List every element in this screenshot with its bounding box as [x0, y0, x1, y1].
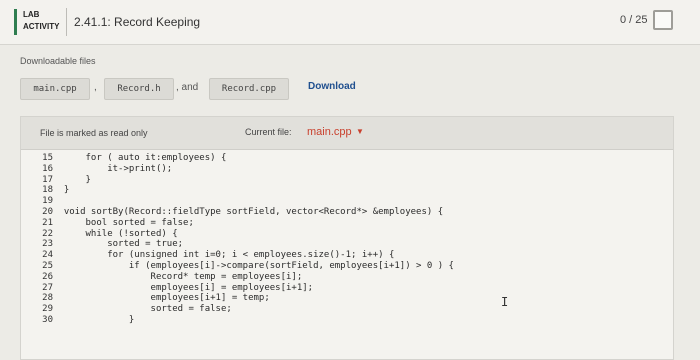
current-file-label: Current file: — [245, 127, 292, 137]
line-number: 18 — [42, 185, 53, 196]
line-code: Record* temp = employees[i]; — [63, 271, 303, 282]
code-line: 16 it->print(); — [21, 164, 673, 175]
code-line: 22 while (!sorted) { — [21, 229, 673, 240]
line-code: employees[i] = employees[i+1]; — [63, 282, 314, 293]
file-separator-comma: , — [94, 82, 97, 93]
line-code: sorted = false; — [63, 304, 232, 315]
lab-label-line1: LAB — [23, 10, 40, 19]
line-number: 22 — [42, 228, 53, 239]
title-divider — [66, 8, 67, 36]
line-number: 27 — [42, 282, 53, 293]
line-code: employees[i+1] = temp; — [63, 293, 270, 304]
code-line: 27 employees[i] = employees[i+1]; — [21, 283, 673, 294]
line-code: while (!sorted) { — [63, 228, 178, 239]
line-code: } — [63, 185, 70, 196]
line-code: sorted = true; — [63, 239, 184, 250]
line-code: } — [63, 174, 91, 185]
line-number: 29 — [42, 304, 53, 315]
code-line: 30 } — [21, 315, 673, 326]
line-code: it->print(); — [63, 163, 173, 174]
read-only-note: File is marked as read only — [40, 128, 148, 138]
lab-label-line2: ACTIVITY — [23, 22, 60, 31]
line-number: 24 — [42, 250, 53, 261]
code-line: 25 if (employees[i]->compare(sortField, … — [21, 261, 673, 272]
file-separator-and: , and — [176, 82, 199, 93]
code-viewer-toolbar: File is marked as read only Current file… — [21, 117, 673, 150]
file-chip-main-cpp[interactable]: main.cpp — [20, 78, 90, 100]
line-number: 28 — [42, 293, 53, 304]
activity-title: 2.41.1: Record Keeping — [74, 15, 201, 29]
line-code: if (employees[i]->compare(sortField, emp… — [63, 260, 454, 271]
code-viewer-panel: File is marked as read only Current file… — [20, 116, 674, 360]
code-line: 26 Record* temp = employees[i]; — [21, 272, 673, 283]
completion-box-icon — [653, 10, 673, 30]
downloadable-files-label: Downloadable files — [20, 56, 96, 66]
code-line: 20 void sortBy(Record::fieldType sortFie… — [21, 207, 673, 218]
line-number: 19 — [42, 196, 53, 207]
text-cursor-icon: I — [501, 295, 509, 309]
score-text: 0 / 25 — [620, 14, 648, 26]
line-code: for (unsigned int i=0; i < employees.siz… — [63, 250, 395, 261]
file-chip-record-h[interactable]: Record.h — [104, 78, 174, 100]
code-area[interactable]: 15 for ( auto it:employees) {16 it->prin… — [21, 153, 673, 359]
line-code: bool sorted = false; — [63, 217, 194, 228]
line-code: } — [63, 314, 135, 325]
line-number: 17 — [42, 174, 53, 185]
line-number: 20 — [42, 206, 53, 217]
code-line: 18 } — [21, 185, 673, 196]
code-line: 28 employees[i+1] = temp; — [21, 293, 673, 304]
file-chip-record-cpp[interactable]: Record.cpp — [209, 78, 289, 100]
current-file-select[interactable]: main.cpp — [307, 126, 352, 138]
line-number: 23 — [42, 239, 53, 250]
code-line: 29 sorted = false; — [21, 304, 673, 315]
line-number: 16 — [42, 163, 53, 174]
line-number: 25 — [42, 260, 53, 271]
code-line: 21 bool sorted = false; — [21, 218, 673, 229]
line-number: 30 — [42, 314, 53, 325]
code-line: 24 for (unsigned int i=0; i < employees.… — [21, 250, 673, 261]
chevron-down-icon[interactable]: ▼ — [356, 127, 364, 136]
code-line: 17 } — [21, 175, 673, 186]
line-code: for ( auto it:employees) { — [63, 153, 227, 163]
code-line: 15 for ( auto it:employees) { — [21, 153, 673, 164]
activity-header: LAB ACTIVITY 2.41.1: Record Keeping 0 / … — [0, 0, 700, 45]
line-number: 21 — [42, 217, 53, 228]
code-line: 23 sorted = true; — [21, 239, 673, 250]
code-line: 19 — [21, 196, 673, 207]
line-code: void sortBy(Record::fieldType sortField,… — [63, 206, 444, 217]
download-button[interactable]: Download — [308, 81, 356, 92]
line-number: 26 — [42, 271, 53, 282]
line-number: 15 — [42, 153, 53, 163]
